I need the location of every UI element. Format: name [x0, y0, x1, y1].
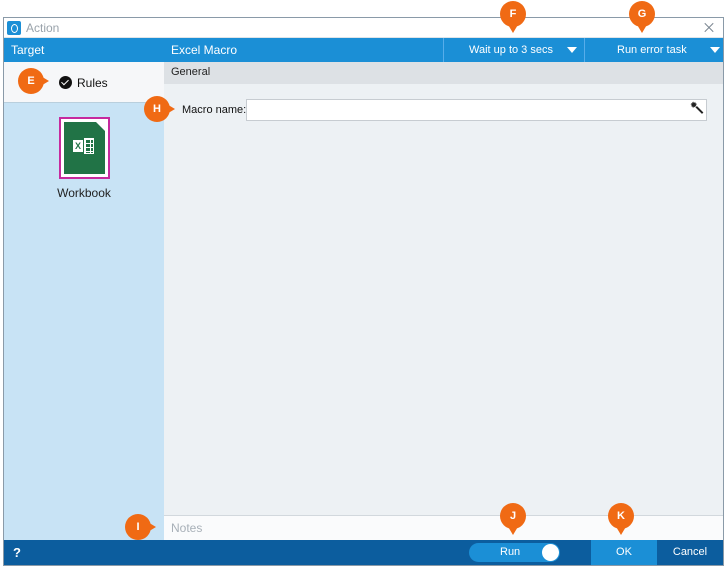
macro-name-input[interactable]: [246, 99, 707, 121]
callout-e: E: [18, 68, 49, 94]
callout-f: F: [500, 1, 526, 33]
check-circle-icon: [59, 76, 72, 89]
cancel-button[interactable]: Cancel: [657, 540, 723, 565]
action-dialog: Action Target Rules X Workbook Excel Mac…: [3, 17, 724, 566]
callout-h: H: [144, 96, 175, 122]
properties-panel: General Macro name:: [164, 62, 723, 515]
rules-label: Rules: [77, 76, 108, 90]
window-title: Action: [26, 21, 60, 35]
title-bar: Action: [4, 18, 723, 38]
excel-icon: X: [64, 122, 105, 174]
excel-x-glyph: X: [73, 140, 83, 152]
general-section-header: General: [164, 62, 723, 84]
action-header: Excel Macro Wait up to 3 secs Run error …: [164, 38, 723, 62]
callout-k: K: [608, 503, 634, 535]
macro-name-label: Macro name:: [182, 104, 247, 116]
notes-bar: [164, 515, 723, 540]
close-icon[interactable]: [701, 18, 717, 38]
target-header: Target: [4, 38, 164, 62]
workbook-target-tile[interactable]: X: [59, 117, 110, 179]
notes-input[interactable]: [164, 516, 723, 540]
toggle-knob: [542, 544, 559, 561]
action-title: Excel Macro: [171, 43, 238, 57]
excel-grid-glyph: [84, 138, 94, 154]
app-logo-icon: [7, 21, 21, 35]
callout-j: J: [500, 503, 526, 535]
callout-i: I: [125, 514, 156, 540]
run-toggle[interactable]: Run: [469, 543, 560, 562]
help-icon[interactable]: ?: [13, 545, 21, 560]
wait-time-dropdown[interactable]: Wait up to 3 secs: [443, 38, 584, 62]
caret-down-icon: [567, 47, 577, 53]
magic-wand-icon[interactable]: [690, 100, 703, 116]
error-handling-label: Run error task: [617, 44, 687, 56]
callout-g: G: [629, 1, 655, 33]
caret-down-icon: [710, 47, 720, 53]
target-pane: Target Rules X Workbook: [4, 38, 164, 540]
run-label: Run: [500, 546, 521, 558]
ok-button[interactable]: OK: [591, 540, 657, 565]
workbook-label: Workbook: [57, 186, 111, 200]
wait-time-label: Wait up to 3 secs: [469, 44, 553, 56]
footer-bar: ? Run OK Cancel: [4, 540, 723, 565]
error-handling-dropdown[interactable]: Run error task: [584, 38, 725, 62]
